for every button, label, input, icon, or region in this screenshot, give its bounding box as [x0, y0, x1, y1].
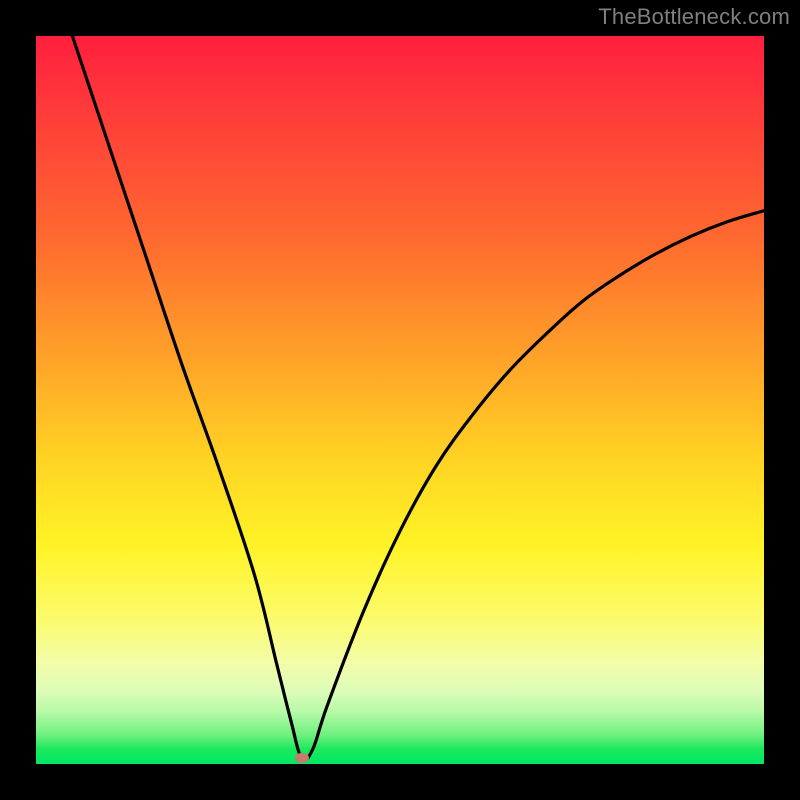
- watermark-text: TheBottleneck.com: [598, 4, 790, 30]
- bottleneck-curve: [36, 36, 764, 764]
- minimum-point-marker: [295, 753, 309, 763]
- chart-frame: TheBottleneck.com: [0, 0, 800, 800]
- plot-area: [36, 36, 764, 764]
